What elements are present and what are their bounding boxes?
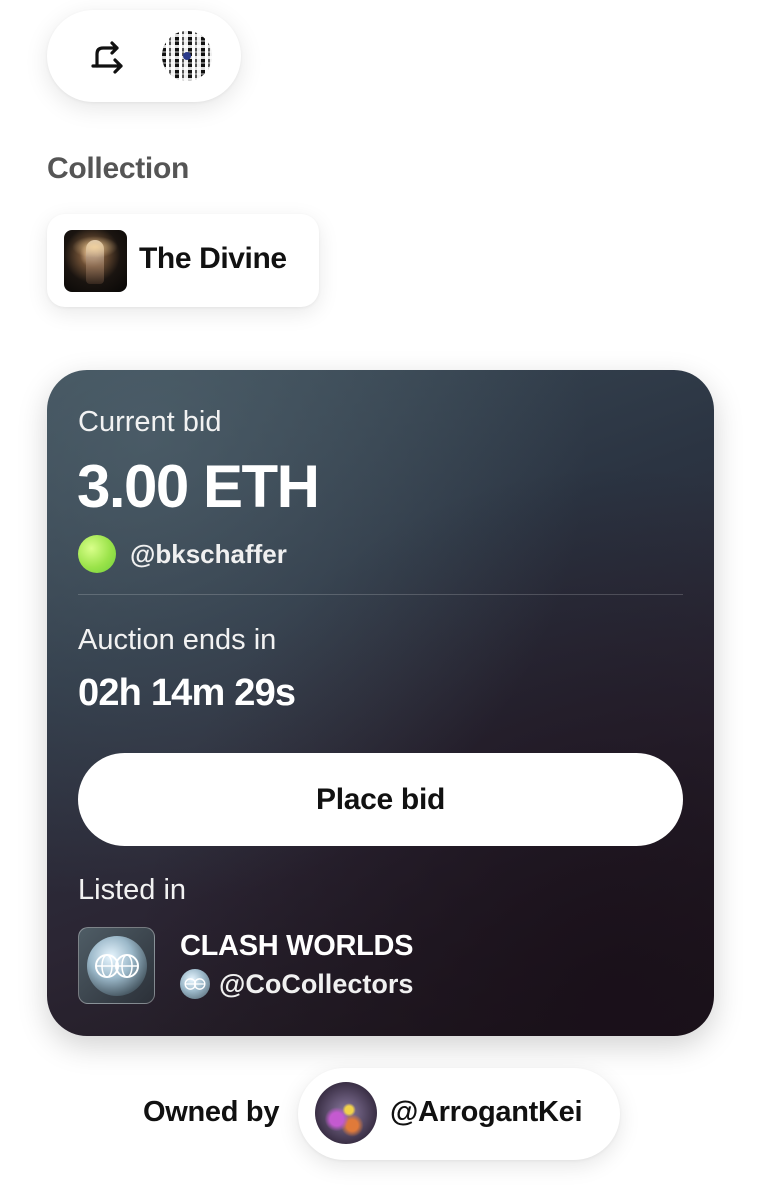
qr-code-icon: [183, 52, 191, 60]
collection-thumbnail: [64, 230, 127, 292]
listed-in-label: Listed in: [78, 874, 187, 906]
collection-label: Collection: [47, 152, 190, 185]
current-bid-label: Current bid: [78, 406, 222, 438]
collection-chip[interactable]: The Divine: [47, 214, 319, 307]
auction-card: Current bid 3.00 ETH @bkschaffer Auction…: [47, 370, 714, 1036]
current-bid-amount: 3.00 ETH: [77, 453, 320, 520]
collection-name: The Divine: [139, 242, 287, 275]
owner-avatar: [315, 1082, 377, 1144]
owned-by-label: Owned by: [143, 1096, 280, 1128]
globe-logo-icon: [180, 969, 210, 999]
share-button[interactable]: [87, 36, 131, 76]
nft-detail-page: Collection The Divine Current bid 3.00 E…: [0, 0, 761, 1200]
auction-countdown: 02h 14m 29s: [78, 672, 296, 714]
bidder-avatar: [78, 535, 116, 573]
place-bid-button[interactable]: Place bid: [78, 753, 683, 846]
listed-collection-thumbnail[interactable]: [78, 927, 155, 1004]
listed-owner-handle: @CoCollectors: [219, 968, 414, 999]
owner-chip[interactable]: @ArrogantKei: [298, 1068, 620, 1160]
qr-code-button[interactable]: [162, 31, 212, 81]
listed-owner-row[interactable]: @CoCollectors: [180, 968, 413, 1000]
share-forward-icon: [91, 41, 123, 74]
auction-ends-label: Auction ends in: [78, 624, 277, 656]
divider: [78, 594, 683, 595]
action-pill: [47, 10, 241, 102]
listed-collection-title[interactable]: CLASH WORLDS: [180, 930, 414, 963]
globe-logo-icon: [86, 935, 147, 996]
owner-handle: @ArrogantKei: [390, 1096, 583, 1128]
bidder-row[interactable]: @bkschaffer: [78, 535, 287, 573]
bidder-handle: @bkschaffer: [130, 538, 287, 569]
